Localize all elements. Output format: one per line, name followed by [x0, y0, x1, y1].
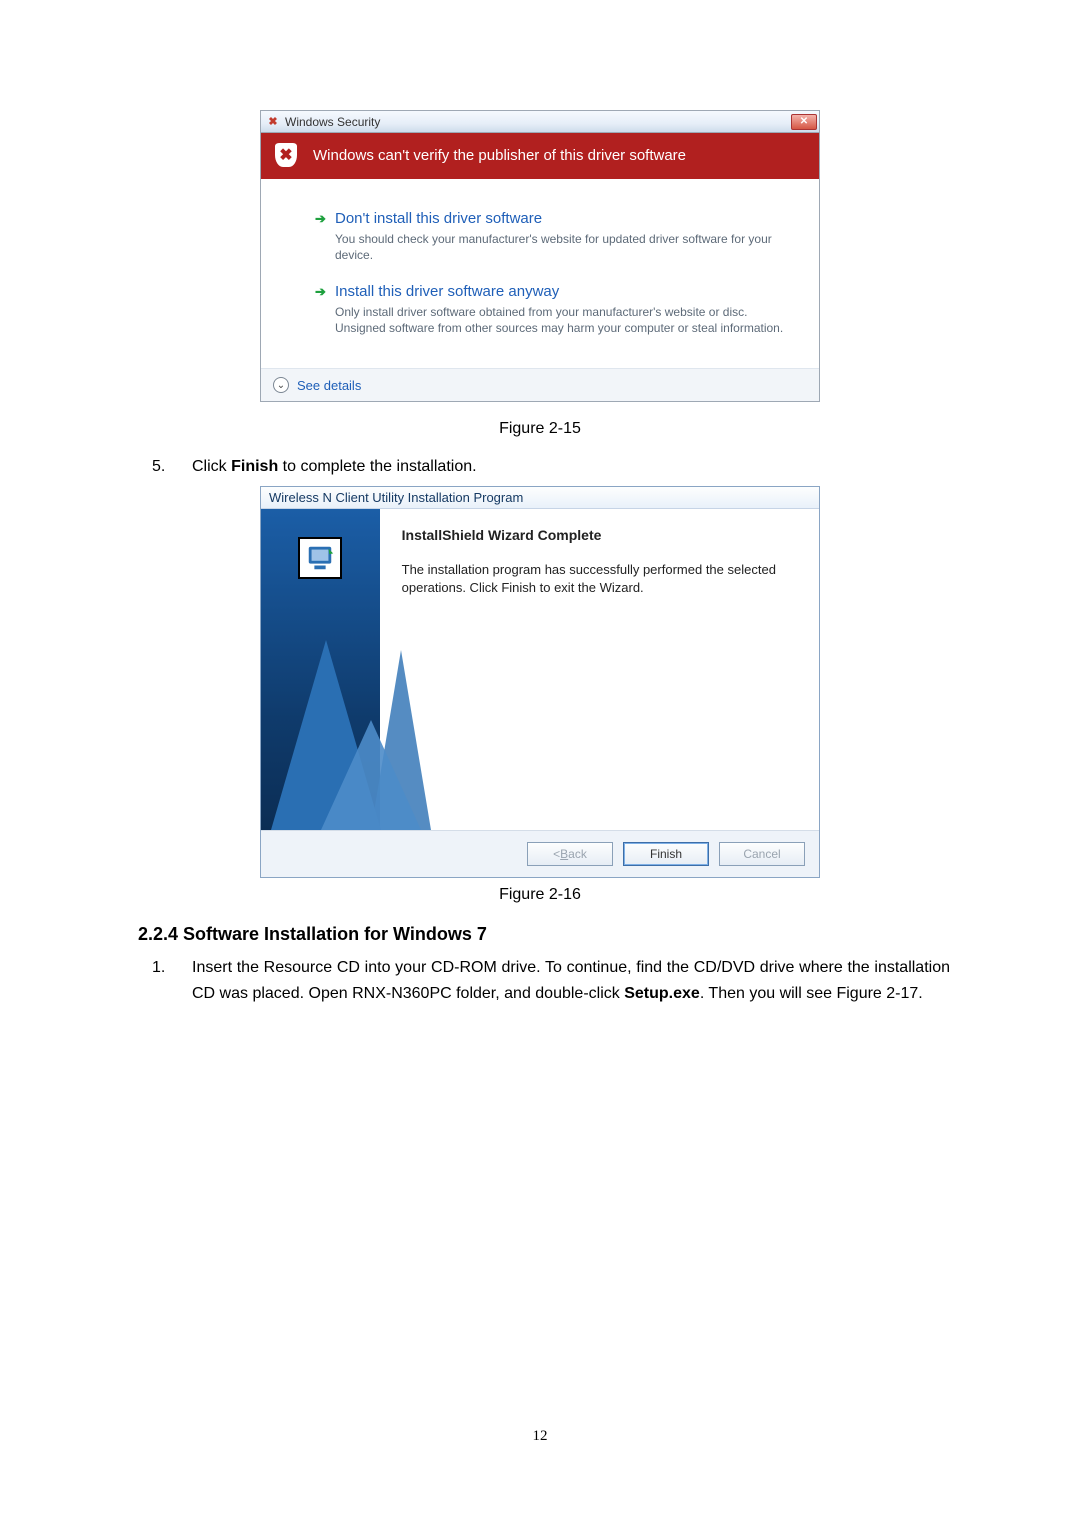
wizard-sidebar-art [261, 509, 380, 830]
option-dont-install-title: Don't install this driver software [335, 209, 799, 229]
security-dialog: ✖ Windows Security ✕ ✖ Windows can't ver… [260, 110, 820, 402]
wizard-button-row: < Back Finish Cancel [261, 831, 819, 877]
security-dialog-headline: Windows can't verify the publisher of th… [313, 147, 686, 164]
computer-icon [298, 537, 342, 579]
wizard-titlebar: Wireless N Client Utility Installation P… [261, 487, 819, 509]
step-5-number: 5. [152, 458, 174, 476]
arrow-right-icon: ➔ [315, 210, 326, 228]
shield-x-icon: ✖ [273, 141, 299, 169]
wizard-heading: InstallShield Wizard Complete [402, 527, 797, 543]
step-5-text: Click Finish to complete the installatio… [192, 458, 477, 476]
page-number: 12 [0, 1428, 1080, 1445]
chevron-down-icon[interactable]: ⌄ [273, 377, 289, 393]
option-dont-install-desc: You should check your manufacturer's web… [335, 231, 799, 263]
wizard-description: The installation program has successfull… [402, 561, 797, 596]
wizard-title: Wireless N Client Utility Installation P… [269, 490, 523, 505]
installshield-wizard: Wireless N Client Utility Installation P… [260, 486, 820, 878]
option-dont-install[interactable]: ➔ Don't install this driver software You… [281, 205, 799, 278]
security-dialog-titlebar: ✖ Windows Security ✕ [261, 111, 819, 133]
figure-2-15-caption: Figure 2-15 [130, 420, 950, 438]
cancel-button: Cancel [719, 842, 805, 866]
option-install-anyway-title: Install this driver software anyway [335, 282, 799, 302]
option-install-anyway-desc: Only install driver software obtained fr… [335, 304, 799, 336]
back-button: < Back [527, 842, 613, 866]
step-1-text: Insert the Resource CD into your CD-ROM … [192, 955, 950, 1006]
step-1: 1. Insert the Resource CD into your CD-R… [152, 955, 950, 1006]
option-install-anyway[interactable]: ➔ Install this driver software anyway On… [281, 278, 799, 351]
step-5: 5. Click Finish to complete the installa… [152, 458, 950, 476]
step-1-number: 1. [152, 955, 174, 1006]
security-dialog-body: ➔ Don't install this driver software You… [261, 179, 819, 368]
security-dialog-footer: ⌄ See details [261, 368, 819, 401]
wizard-body: InstallShield Wizard Complete The instal… [261, 509, 819, 831]
section-2-2-4-heading: 2.2.4 Software Installation for Windows … [138, 924, 950, 945]
arrow-right-icon: ➔ [315, 283, 326, 301]
security-dialog-headline-band: ✖ Windows can't verify the publisher of … [261, 133, 819, 179]
finish-button[interactable]: Finish [623, 842, 709, 866]
figure-2-16-caption: Figure 2-16 [130, 886, 950, 904]
see-details-link[interactable]: See details [297, 378, 361, 393]
close-icon[interactable]: ✕ [791, 114, 817, 130]
wizard-content: InstallShield Wizard Complete The instal… [380, 509, 819, 830]
shield-small-icon: ✖ [267, 116, 279, 128]
security-dialog-title: Windows Security [285, 115, 785, 129]
